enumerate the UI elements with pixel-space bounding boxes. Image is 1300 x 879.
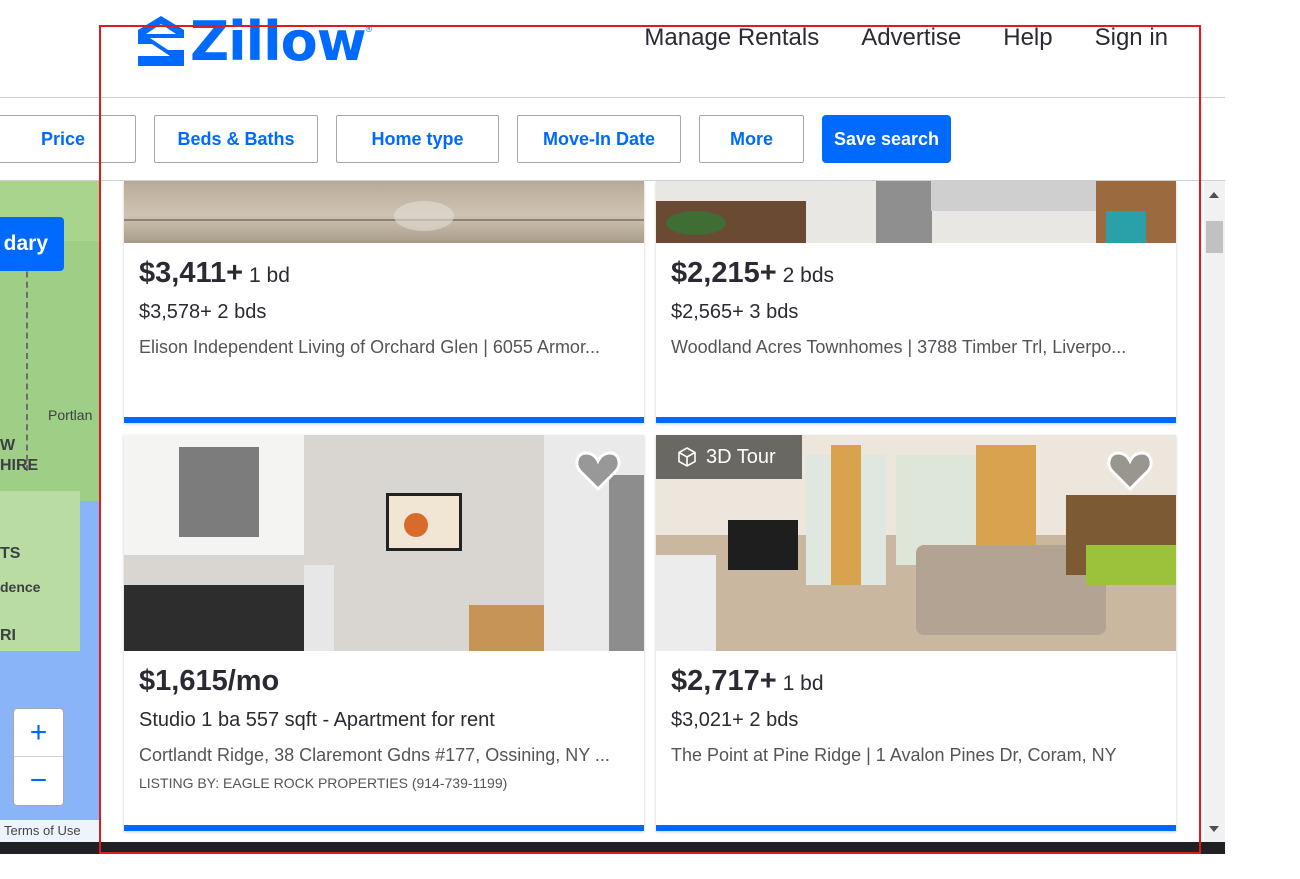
listing-card[interactable]: 3D Tour $2,717+ 1 bd $3,021+ 2 bds The P… <box>656 435 1176 831</box>
save-search-button[interactable]: Save search <box>822 115 951 163</box>
3d-tour-badge[interactable]: 3D Tour <box>656 435 802 479</box>
listing-beds: 1 bd <box>782 672 824 695</box>
listing-agent: LISTING BY: EAGLE ROCK PROPERTIES (914-7… <box>139 775 508 791</box>
minus-icon: − <box>29 764 48 797</box>
3d-tour-label: 3D Tour <box>706 445 776 468</box>
zillow-logo[interactable]: Zillow ® <box>138 14 372 70</box>
plus-icon: + <box>29 715 48 749</box>
nav-sign-in[interactable]: Sign in <box>1095 24 1168 52</box>
move-in-date-filter-button[interactable]: Move-In Date <box>517 115 681 163</box>
home-type-filter-button[interactable]: Home type <box>336 115 499 163</box>
filter-bar: Price Beds & Baths Home type Move-In Dat… <box>0 99 1225 181</box>
photo-detail <box>1086 545 1176 585</box>
map-label-ts: TS <box>0 545 21 562</box>
photo-detail <box>666 211 726 235</box>
draw-boundary-button[interactable]: dary <box>0 217 64 271</box>
photo-detail <box>831 445 861 585</box>
listing-photo[interactable] <box>124 181 644 243</box>
nav-manage-rentals[interactable]: Manage Rentals <box>644 24 819 52</box>
move-in-date-filter-label: Move-In Date <box>542 128 656 149</box>
listing-address[interactable]: The Point at Pine Ridge | 1 Avalon Pines… <box>671 745 1161 766</box>
listing-sub-price: $3,021+ 2 bds <box>671 709 799 731</box>
registered-mark: ® <box>365 24 373 34</box>
price-filter-button[interactable]: Price <box>0 115 136 163</box>
listing-card[interactable]: $1,615/mo Studio 1 ba 557 sqft - Apartme… <box>124 435 644 831</box>
boundary-button-label: dary <box>3 232 48 255</box>
listing-price: $1,615/mo <box>139 665 280 697</box>
listing-photo[interactable] <box>656 181 1176 243</box>
cube-icon <box>678 447 696 467</box>
nav-help[interactable]: Help <box>1003 24 1052 52</box>
listing-price: $3,411+ <box>139 257 244 289</box>
zoom-out-button[interactable]: − <box>14 757 63 805</box>
photo-detail <box>124 585 324 651</box>
price-filter-label: Price <box>40 128 86 149</box>
listing-price: $2,717+ <box>671 665 777 697</box>
listing-details: Studio 1 ba 557 sqft - Apartment for ren… <box>139 709 495 731</box>
site-header: Zillow ® Manage Rentals Advertise Help S… <box>0 0 1225 98</box>
card-accent-bar <box>656 417 1176 423</box>
photo-detail <box>124 219 644 221</box>
listing-sub-price: $3,578+ 2 bds <box>139 301 267 323</box>
map-label-ri: RI <box>0 627 16 644</box>
scroll-down-arrow-icon[interactable] <box>1209 826 1219 832</box>
listing-beds: 1 bd <box>249 264 290 287</box>
bottom-strip <box>0 842 1225 854</box>
zoom-in-button[interactable]: + <box>14 709 63 757</box>
map-label-hire: HIRE <box>0 457 39 474</box>
photo-detail <box>609 475 644 651</box>
photo-detail <box>876 181 932 243</box>
home-type-filter-label: Home type <box>371 128 464 149</box>
state-border <box>26 241 28 471</box>
price-row: $2,717+ 1 bd <box>671 665 824 698</box>
photo-detail <box>304 565 334 651</box>
photo-detail <box>179 447 259 537</box>
results-list[interactable]: $3,411+ 1 bd $3,578+ 2 bds Elison Indepe… <box>100 181 1204 842</box>
map-label-w: W <box>0 437 16 454</box>
map-label-portland: Portlan <box>48 407 93 423</box>
zillow-page: Zillow ® Manage Rentals Advertise Help S… <box>0 0 1300 879</box>
card-accent-bar <box>124 417 644 423</box>
heart-icon[interactable] <box>1106 449 1154 493</box>
terms-of-use-link[interactable]: Terms of Use <box>0 820 100 842</box>
listing-photo[interactable] <box>124 435 644 651</box>
heart-icon[interactable] <box>574 449 622 493</box>
scrollbar-thumb[interactable] <box>1206 221 1223 253</box>
card-accent-bar <box>124 825 644 831</box>
map-panel[interactable]: dary Portlan W HIRE TS dence RI + − Term… <box>0 181 100 842</box>
photo-detail <box>728 520 798 570</box>
listing-photo[interactable]: 3D Tour <box>656 435 1176 651</box>
zillow-house-icon <box>138 16 184 66</box>
save-search-label: Save search <box>833 128 940 149</box>
price-row: $2,215+ 2 bds <box>671 257 834 290</box>
beds-baths-filter-label: Beds & Baths <box>177 128 295 149</box>
listing-beds: 2 bds <box>782 264 835 287</box>
photo-detail <box>656 555 716 651</box>
logo-wordmark: Zillow <box>190 10 367 73</box>
results-scrollbar[interactable] <box>1204 181 1225 842</box>
zoom-controls: + − <box>13 708 64 806</box>
listing-address[interactable]: Cortlandt Ridge, 38 Claremont Gdns #177,… <box>139 745 629 766</box>
more-filter-button[interactable]: More <box>699 115 804 163</box>
more-filter-label: More <box>729 128 773 149</box>
card-accent-bar <box>656 825 1176 831</box>
listing-address[interactable]: Elison Independent Living of Orchard Gle… <box>139 337 629 358</box>
listing-price: $2,215+ <box>671 257 777 289</box>
price-row: $1,615/mo <box>139 665 279 698</box>
nav-advertise[interactable]: Advertise <box>861 24 961 52</box>
scroll-up-arrow-icon[interactable] <box>1209 192 1219 198</box>
listing-card[interactable]: $2,215+ 2 bds $2,565+ 3 bds Woodland Acr… <box>656 181 1176 423</box>
map-label-providence: dence <box>0 579 41 595</box>
photo-detail <box>394 201 454 231</box>
beds-baths-filter-button[interactable]: Beds & Baths <box>154 115 318 163</box>
photo-detail <box>1106 211 1146 243</box>
photo-detail <box>404 513 428 537</box>
listing-address[interactable]: Woodland Acres Townhomes | 3788 Timber T… <box>671 337 1161 358</box>
listing-sub-price: $2,565+ 3 bds <box>671 301 799 323</box>
top-nav: Manage Rentals Advertise Help Sign in <box>602 24 1168 52</box>
listing-card[interactable]: $3,411+ 1 bd $3,578+ 2 bds Elison Indepe… <box>124 181 644 423</box>
price-row: $3,411+ 1 bd <box>139 257 290 290</box>
